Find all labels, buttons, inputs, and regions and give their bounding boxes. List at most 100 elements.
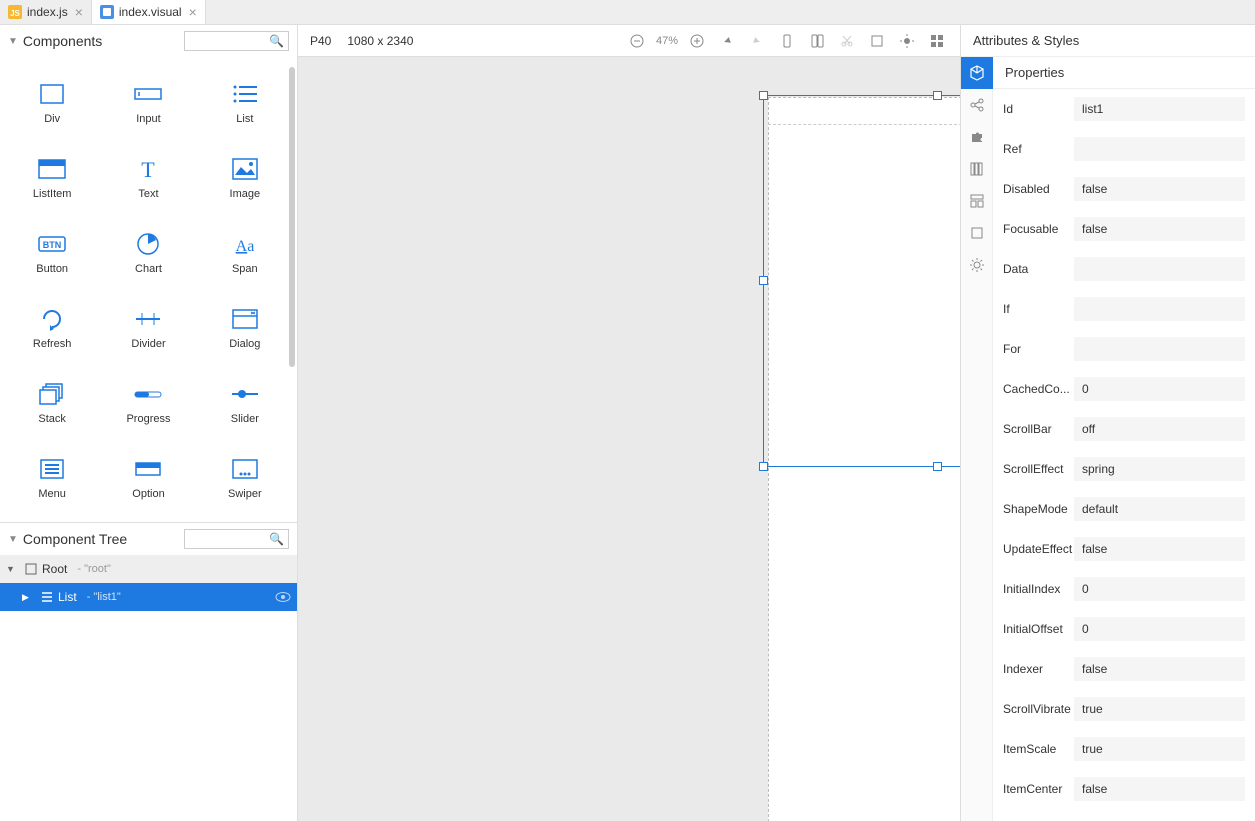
property-input[interactable] bbox=[1074, 217, 1245, 241]
properties-area: Properties IdRefDisabledFocusableDataIfF… bbox=[993, 57, 1255, 821]
chevron-down-icon[interactable]: ▼ bbox=[8, 534, 18, 545]
tab-label: index.visual bbox=[119, 5, 182, 19]
property-input[interactable] bbox=[1074, 377, 1245, 401]
dialog-icon bbox=[230, 306, 260, 332]
device-frame[interactable] bbox=[768, 97, 960, 821]
attributes-title: Attributes & Styles bbox=[961, 25, 1255, 57]
property-input[interactable] bbox=[1074, 577, 1245, 601]
property-input[interactable] bbox=[1074, 777, 1245, 801]
zoom-out-button[interactable] bbox=[626, 30, 648, 52]
redo-button[interactable] bbox=[746, 30, 768, 52]
resize-handle[interactable] bbox=[759, 276, 768, 285]
slider-icon bbox=[230, 381, 260, 407]
property-input[interactable] bbox=[1074, 697, 1245, 721]
device-label[interactable]: P40 bbox=[310, 34, 331, 48]
property-input[interactable] bbox=[1074, 497, 1245, 521]
undo-button[interactable] bbox=[716, 30, 738, 52]
tree-search[interactable]: 🔍 bbox=[184, 529, 289, 549]
component-listitem[interactable]: ListItem bbox=[4, 140, 100, 215]
component-text[interactable]: TText bbox=[100, 140, 196, 215]
zoom-in-button[interactable] bbox=[686, 30, 708, 52]
tree-id: - "list1" bbox=[87, 591, 121, 603]
property-label: ScrollBar bbox=[1003, 422, 1074, 436]
editor-tabs-bar: JS index.js × index.visual × bbox=[0, 0, 1255, 25]
property-label: Indexer bbox=[1003, 662, 1074, 676]
resize-handle[interactable] bbox=[759, 462, 768, 471]
components-search[interactable]: 🔍 bbox=[184, 31, 289, 51]
property-input[interactable] bbox=[1074, 257, 1245, 281]
property-input[interactable] bbox=[1074, 617, 1245, 641]
property-label: InitialOffset bbox=[1003, 622, 1074, 636]
component-menu[interactable]: Menu bbox=[4, 440, 100, 515]
close-icon[interactable]: × bbox=[75, 4, 83, 20]
tree-row-root[interactable]: ▼ Root - "root" bbox=[0, 555, 297, 583]
component-div[interactable]: Div bbox=[4, 65, 100, 140]
property-input[interactable] bbox=[1074, 137, 1245, 161]
tab-columns-icon[interactable] bbox=[961, 153, 993, 185]
component-chart[interactable]: Chart bbox=[100, 215, 196, 290]
property-input[interactable] bbox=[1074, 457, 1245, 481]
phone-split-icon[interactable] bbox=[806, 30, 828, 52]
component-dialog[interactable]: Dialog bbox=[197, 290, 293, 365]
divider-icon bbox=[133, 306, 163, 332]
property-row: InitialOffset bbox=[993, 609, 1255, 649]
search-input[interactable] bbox=[189, 35, 269, 47]
square-icon[interactable] bbox=[866, 30, 888, 52]
phone-portrait-icon[interactable] bbox=[776, 30, 798, 52]
search-input[interactable] bbox=[189, 533, 269, 545]
property-label: UpdateEffect bbox=[1003, 542, 1074, 556]
button-icon: BTN bbox=[37, 231, 67, 257]
tab-label: index.js bbox=[27, 5, 68, 19]
property-input[interactable] bbox=[1074, 537, 1245, 561]
list-icon bbox=[230, 81, 260, 107]
close-icon[interactable]: × bbox=[189, 4, 197, 20]
tab-cube-icon[interactable] bbox=[961, 57, 993, 89]
component-progress[interactable]: Progress bbox=[100, 365, 196, 440]
canvas-area[interactable] bbox=[298, 57, 960, 821]
property-label: Ref bbox=[1003, 142, 1074, 156]
property-input[interactable] bbox=[1074, 97, 1245, 121]
scrollbar-thumb[interactable] bbox=[289, 67, 295, 367]
list-icon bbox=[40, 590, 54, 604]
grid-icon[interactable] bbox=[926, 30, 948, 52]
component-option[interactable]: Option bbox=[100, 440, 196, 515]
tab-index-js[interactable]: JS index.js × bbox=[0, 0, 92, 24]
property-row: ItemCenter bbox=[993, 769, 1255, 809]
component-slider[interactable]: Slider bbox=[197, 365, 293, 440]
tree-row-list[interactable]: ▶ List - "list1" bbox=[0, 583, 297, 611]
component-input[interactable]: Input bbox=[100, 65, 196, 140]
visibility-icon[interactable] bbox=[275, 591, 291, 603]
component-refresh[interactable]: Refresh bbox=[4, 290, 100, 365]
component-stack[interactable]: Stack bbox=[4, 365, 100, 440]
brightness-icon[interactable] bbox=[896, 30, 918, 52]
chevron-down-icon[interactable]: ▼ bbox=[6, 564, 20, 574]
chevron-right-icon[interactable]: ▶ bbox=[22, 592, 36, 603]
tab-square-icon[interactable] bbox=[961, 217, 993, 249]
tree-body: ▼ Root - "root" ▶ List - "list1" bbox=[0, 555, 297, 821]
component-span[interactable]: AaSpan bbox=[197, 215, 293, 290]
tab-puzzle-icon[interactable] bbox=[961, 121, 993, 153]
tab-gear-icon[interactable] bbox=[961, 249, 993, 281]
property-input[interactable] bbox=[1074, 297, 1245, 321]
resize-handle[interactable] bbox=[759, 91, 768, 100]
component-tree-panel: ▼ Component Tree 🔍 ▼ Root - "root" ▶ Li bbox=[0, 522, 297, 821]
component-list[interactable]: List bbox=[197, 65, 293, 140]
property-label: ShapeMode bbox=[1003, 502, 1074, 516]
property-input[interactable] bbox=[1074, 337, 1245, 361]
component-image[interactable]: Image bbox=[197, 140, 293, 215]
tab-index-visual[interactable]: index.visual × bbox=[92, 0, 206, 24]
property-input[interactable] bbox=[1074, 657, 1245, 681]
component-divider[interactable]: Divider bbox=[100, 290, 196, 365]
tab-layout-icon[interactable] bbox=[961, 185, 993, 217]
property-input[interactable] bbox=[1074, 417, 1245, 441]
chevron-down-icon[interactable]: ▼ bbox=[8, 36, 18, 47]
property-input[interactable] bbox=[1074, 737, 1245, 761]
component-button[interactable]: BTNButton bbox=[4, 215, 100, 290]
component-swiper[interactable]: Swiper bbox=[197, 440, 293, 515]
component-label: Div bbox=[44, 113, 60, 125]
cut-icon[interactable] bbox=[836, 30, 858, 52]
tab-share-icon[interactable] bbox=[961, 89, 993, 121]
property-row: Ref bbox=[993, 129, 1255, 169]
property-row: ItemScale bbox=[993, 729, 1255, 769]
property-input[interactable] bbox=[1074, 177, 1245, 201]
